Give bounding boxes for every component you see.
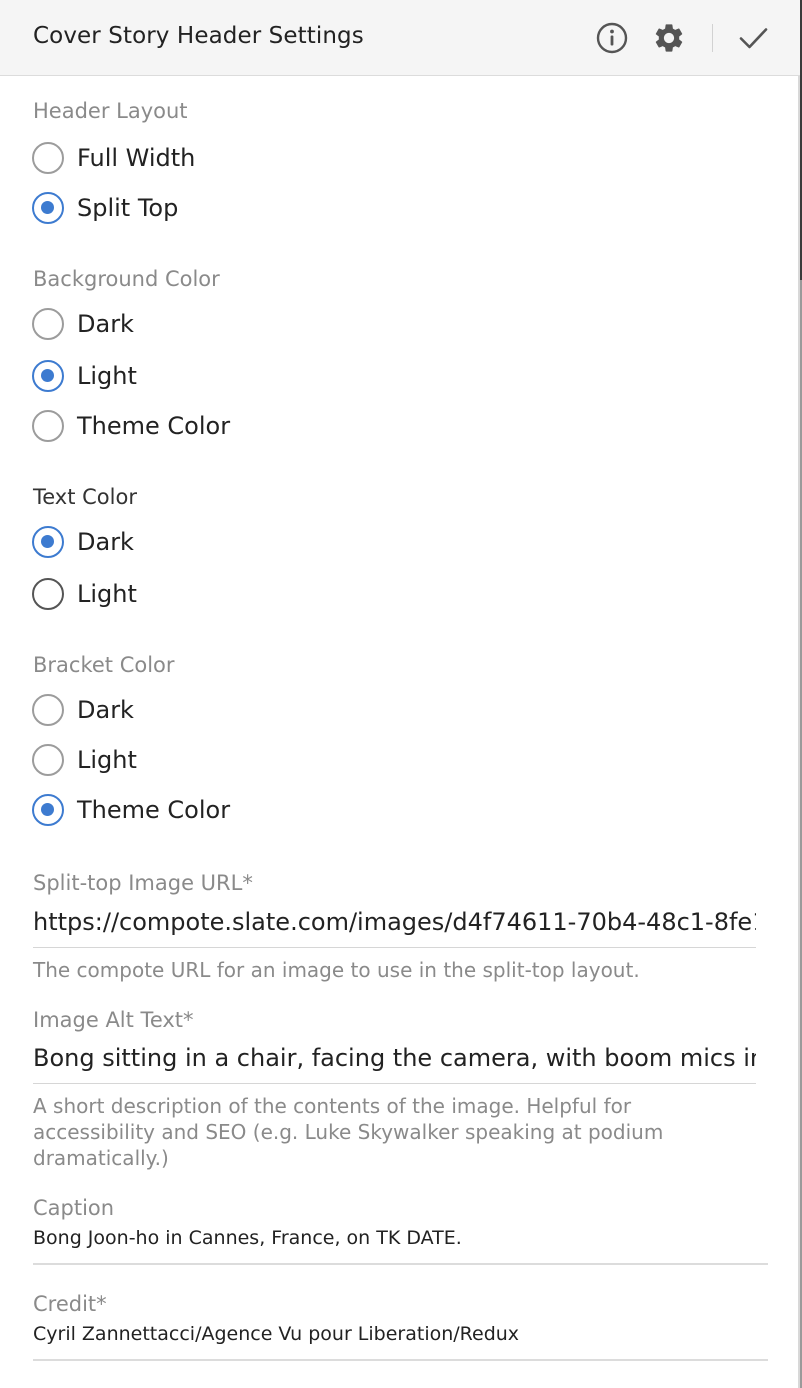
- credit-value[interactable]: Cyril Zannettacci/Agence Vu pour Liberat…: [33, 1323, 519, 1345]
- credit-label: Credit*: [33, 1292, 107, 1316]
- radio-circle: [32, 192, 64, 224]
- radio-bracket-light[interactable]: Light: [32, 742, 137, 778]
- caption-label: Caption: [33, 1196, 115, 1220]
- panel-header: Cover Story Header Settings: [0, 0, 800, 76]
- radio-background-dark[interactable]: Dark: [32, 306, 134, 342]
- header-layout-label: Header Layout: [33, 99, 188, 123]
- alt-text-input[interactable]: Bong sitting in a chair, facing the came…: [33, 1040, 756, 1084]
- gear-icon: [655, 24, 683, 52]
- radio-label: Light: [77, 580, 137, 608]
- confirm-button[interactable]: [735, 18, 771, 58]
- radio-label: Full Width: [77, 144, 196, 172]
- radio-circle: [32, 142, 64, 174]
- radio-bracket-dark[interactable]: Dark: [32, 692, 134, 728]
- radio-circle: [32, 308, 64, 340]
- settings-button[interactable]: [651, 18, 687, 58]
- alt-text-hint: A short description of the contents of t…: [33, 1094, 664, 1170]
- radio-label: Dark: [77, 696, 134, 724]
- caption-underline: [33, 1263, 768, 1265]
- info-button[interactable]: [594, 18, 630, 58]
- alt-text-label: Image Alt Text*: [33, 1008, 194, 1032]
- radio-text-dark[interactable]: Dark: [32, 524, 134, 560]
- radio-label: Dark: [77, 310, 134, 338]
- credit-underline: [33, 1359, 768, 1361]
- radio-circle: [32, 744, 64, 776]
- checkmark-icon: [739, 28, 768, 49]
- panel-title: Cover Story Header Settings: [33, 23, 364, 49]
- radio-circle: [32, 360, 64, 392]
- caption-value[interactable]: Bong Joon-ho in Cannes, France, on TK DA…: [33, 1227, 462, 1249]
- bracket-color-label: Bracket Color: [33, 653, 175, 677]
- radio-circle: [32, 410, 64, 442]
- radio-circle: [32, 526, 64, 558]
- radio-background-theme-color[interactable]: Theme Color: [32, 408, 230, 444]
- radio-label: Theme Color: [77, 412, 231, 440]
- radio-circle: [32, 794, 64, 826]
- radio-label: Dark: [77, 528, 134, 556]
- image-url-input[interactable]: https://compote.slate.com/images/d4f7461…: [33, 904, 756, 948]
- image-url-hint: The compote URL for an image to use in t…: [33, 958, 640, 982]
- settings-panel: Cover Story Header Settings Header Layou…: [0, 0, 800, 1388]
- image-url-label: Split-top Image URL*: [33, 871, 253, 895]
- header-divider: [712, 24, 713, 52]
- text-color-label: Text Color: [33, 485, 137, 509]
- radio-label: Theme Color: [77, 796, 231, 824]
- radio-label: Split Top: [77, 194, 179, 222]
- info-icon: [596, 22, 628, 54]
- radio-header-layout-split-top[interactable]: Split Top: [32, 190, 178, 226]
- radio-text-light[interactable]: Light: [32, 576, 137, 612]
- radio-circle: [32, 694, 64, 726]
- radio-bracket-theme-color[interactable]: Theme Color: [32, 792, 230, 828]
- radio-label: Light: [77, 362, 137, 390]
- radio-circle: [32, 578, 64, 610]
- radio-background-light[interactable]: Light: [32, 358, 137, 394]
- radio-header-layout-full-width[interactable]: Full Width: [32, 140, 195, 176]
- background-color-label: Background Color: [33, 267, 220, 291]
- radio-label: Light: [77, 746, 137, 774]
